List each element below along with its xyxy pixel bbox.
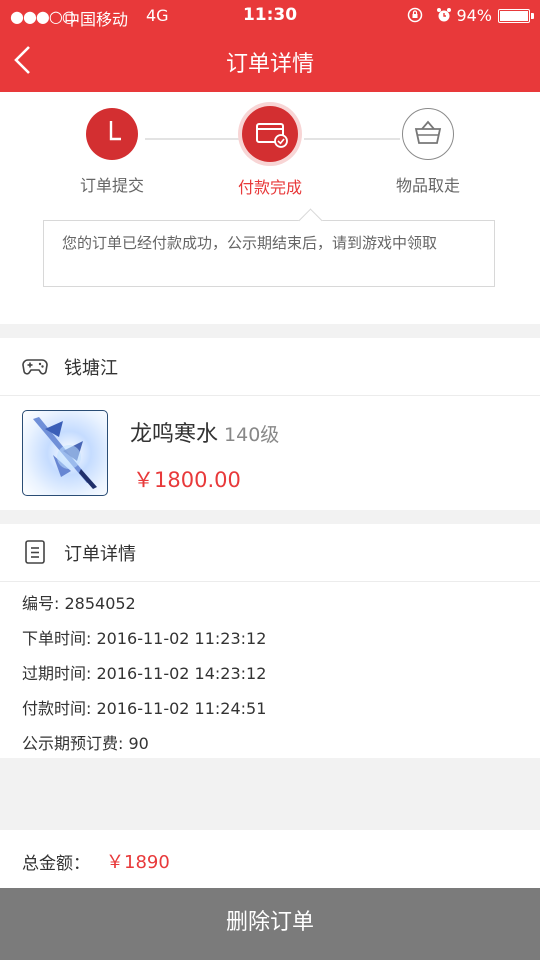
weapon-image [33,417,97,489]
gamepad-icon [22,359,48,375]
reservation-fee: 公示期预订费: 90 [22,734,149,753]
delete-order-button[interactable]: 删除订单 [0,888,540,960]
clock-icon [109,121,121,141]
page-title: 订单详情 [225,52,314,77]
order-placed-time: 下单时间: 2016-11-02 11:23:12 [22,629,267,648]
details-header: 订单详情 [0,524,540,582]
step-order-submitted: 订单提交 [52,108,172,196]
step-item-picked-up: 物品取走 [368,108,488,196]
item-card[interactable]: 钱塘江 龙鸣寒水 140级 ￥1800.00 [0,338,540,510]
card-check-icon [256,123,288,148]
item-title: 龙鸣寒水 [130,422,219,447]
payment-time: 付款时间: 2016-11-02 11:24:51 [22,699,267,718]
step-circle [86,108,138,160]
step-label: 物品取走 [395,176,460,195]
notice-pointer [298,208,323,233]
basket-icon [414,120,442,144]
battery-icon [498,9,534,23]
details-title: 订单详情 [64,544,136,565]
server-name: 钱塘江 [64,358,118,379]
order-progress: 订单提交 付款完成 物品取走 您的订单已经付款成功，公示期结束后，请到游戏中领取 [0,92,540,324]
orientation-lock-icon [407,7,423,23]
status-icons [407,6,452,25]
item-name: 龙鸣寒水 140级 [130,416,279,448]
notice-text: 您的订单已经付款成功，公示期结束后，请到游戏中领取 [62,234,438,252]
total-label: 总金额： [22,854,90,874]
step-label: 订单提交 [79,176,144,195]
document-icon [25,540,45,564]
battery-percent: 94% [456,6,492,25]
item-thumbnail [22,410,108,496]
header: ●●●○○ 中国移动 4G 11:30 94% 订单详情 [0,0,540,92]
item-level: 140级 [224,424,280,446]
order-expiry-time: 过期时间: 2016-11-02 14:23:12 [22,664,267,683]
battery-level-fill [500,11,529,21]
step-circle [402,108,454,160]
order-number: 编号: 2854052 [22,594,136,613]
alarm-icon [437,8,451,22]
step-label: 付款完成 [237,178,302,197]
server-header: 钱塘江 [0,338,540,396]
total-amount: ￥1890 [106,852,170,873]
step-circle [242,106,298,162]
step-payment-complete: 付款完成 [210,106,330,198]
order-details-card: 订单详情 编号: 2854052 下单时间: 2016-11-02 11:23:… [0,524,540,758]
payment-notice: 您的订单已经付款成功，公示期结束后，请到游戏中领取 [43,208,495,287]
total-bar: 总金额： ￥1890 [0,830,540,888]
item-price: ￥1800.00 [133,468,241,492]
status-bar: ●●●○○ 中国移动 4G 11:30 94% [0,0,540,32]
